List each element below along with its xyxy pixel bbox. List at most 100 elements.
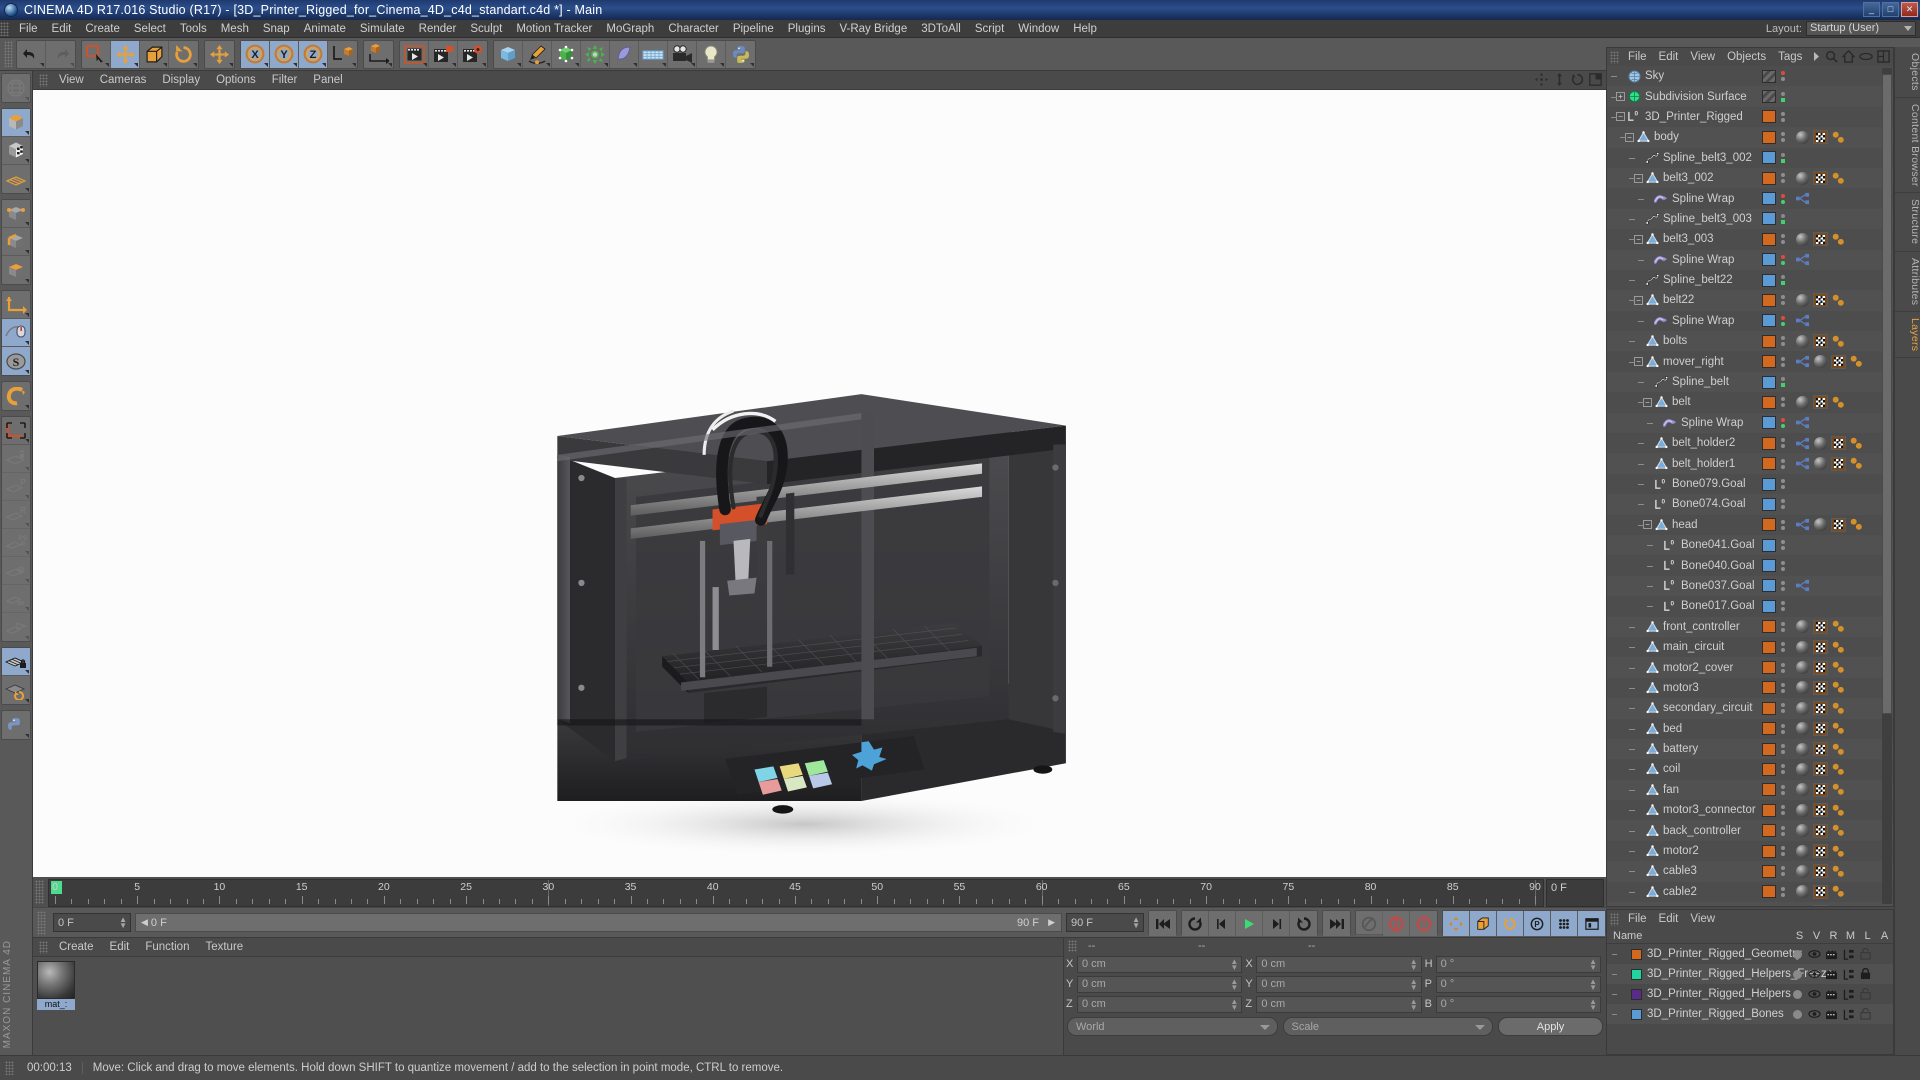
texture-tag-icon[interactable] (1813, 762, 1828, 777)
redo-icon[interactable] (46, 41, 75, 68)
workplane-fit-icon[interactable] (2, 613, 30, 641)
material-list[interactable]: mat_: (33, 956, 1063, 1055)
object-color-chip[interactable] (1762, 599, 1776, 613)
menu-item-edit[interactable]: Edit (45, 20, 79, 38)
object-row[interactable]: belt_holder1 (1607, 453, 1893, 474)
workplane-icon[interactable] (2, 417, 30, 445)
object-row[interactable]: Spline Wrap (1607, 412, 1893, 434)
menu-item-script[interactable]: Script (968, 20, 1011, 38)
toolbar-grip[interactable] (4, 41, 13, 67)
layer-lock-toggle[interactable] (1857, 948, 1874, 960)
material-tag-icon[interactable] (1795, 701, 1810, 715)
texture-tag-icon[interactable] (1813, 864, 1828, 879)
visibility-dots[interactable] (1781, 111, 1786, 122)
visibility-dots[interactable] (1781, 846, 1786, 857)
uv-tag-icon[interactable] (1831, 640, 1846, 654)
material-tag-icon[interactable] (1813, 457, 1828, 471)
rail-tab-attributes[interactable]: Attributes (1895, 252, 1920, 313)
layer-render-toggle[interactable] (1823, 949, 1840, 960)
material-menu-function[interactable]: Function (137, 938, 197, 956)
object-color-chip[interactable] (1762, 559, 1776, 573)
visibility-dots[interactable] (1781, 601, 1786, 612)
layer-manager-grip[interactable] (1610, 912, 1619, 926)
visibility-dots[interactable] (1781, 519, 1786, 530)
python-console-icon[interactable] (2, 711, 30, 739)
loop-forward-icon[interactable] (1290, 911, 1317, 936)
layer-menu-edit[interactable]: Edit (1653, 910, 1685, 928)
object-row[interactable]: Spline_belt3_003 (1607, 208, 1893, 230)
planar-workplane-psr-icon[interactable]: PS R (2, 529, 30, 557)
tree-expander[interactable]: − (1643, 397, 1652, 407)
visibility-dots[interactable] (1781, 723, 1786, 734)
layer-row[interactable]: 3D_Printer_Rigged_Bones (1607, 1004, 1893, 1024)
menu-grip[interactable] (0, 21, 9, 36)
maximize-viewport-icon[interactable] (1589, 73, 1602, 86)
tree-expander[interactable]: − (1634, 295, 1643, 305)
layer-manager-toggle[interactable] (1840, 1009, 1857, 1020)
material-tag-icon[interactable] (1795, 620, 1810, 634)
axis-mode-icon[interactable] (2, 291, 30, 319)
texture-tag-icon[interactable] (1813, 884, 1828, 899)
visibility-dots[interactable] (1781, 458, 1786, 469)
node-tag-icon[interactable] (1795, 436, 1810, 450)
viewport-menu-cameras[interactable]: Cameras (92, 71, 155, 90)
uv-tag-icon[interactable] (1831, 864, 1846, 878)
object-row[interactable]: front_controller (1607, 616, 1893, 637)
object-color-chip[interactable] (1762, 579, 1776, 593)
object-color-chip[interactable] (1762, 701, 1776, 715)
layer-solo-toggle[interactable] (1789, 949, 1806, 959)
go-to-end-icon[interactable] (1323, 911, 1350, 936)
planar-workplane-r-icon[interactable]: R (2, 501, 30, 529)
node-tag-icon[interactable] (1795, 416, 1810, 430)
texture-tag-icon[interactable] (1813, 701, 1828, 716)
uv-tag-icon[interactable] (1831, 232, 1846, 246)
uv-tag-icon[interactable] (1849, 457, 1864, 471)
material-grip[interactable] (39, 940, 48, 954)
object-menu-file[interactable]: File (1622, 48, 1653, 66)
visibility-dots[interactable] (1781, 152, 1786, 163)
layer-row[interactable]: 3D_Printer_Rigged_Helpers (1607, 984, 1893, 1004)
visibility-dots[interactable] (1781, 356, 1786, 367)
viewport-grip[interactable] (39, 73, 48, 87)
node-tag-icon[interactable] (1795, 518, 1810, 532)
visibility-dots[interactable] (1781, 173, 1786, 184)
texture-tag-icon[interactable] (1831, 517, 1846, 532)
rotate-icon[interactable] (169, 41, 198, 68)
apply-button[interactable]: Apply (1498, 1017, 1603, 1036)
deformed-mode-icon[interactable] (2, 165, 30, 193)
camera-icon[interactable] (668, 40, 697, 68)
texture-tag-icon[interactable] (1831, 436, 1846, 451)
visibility-dots[interactable] (1781, 397, 1786, 408)
coordinates-grip[interactable] (1068, 940, 1077, 952)
material-sphere-icon[interactable] (37, 961, 75, 999)
key-points-icon[interactable] (1551, 911, 1578, 936)
layout-dropdown[interactable]: Startup (User) (1806, 21, 1916, 36)
texture-tag-icon[interactable] (1813, 721, 1828, 736)
texture-tag-icon[interactable] (1813, 293, 1828, 308)
menu-item-file[interactable]: File (12, 20, 45, 38)
home-icon[interactable] (1842, 50, 1855, 63)
material-tag-icon[interactable] (1795, 783, 1810, 797)
tree-expander[interactable]: + (1616, 92, 1625, 102)
minimize-button[interactable]: _ (1863, 2, 1880, 17)
record-active-objects-icon[interactable] (1356, 911, 1383, 936)
object-row[interactable]: coil (1607, 759, 1893, 779)
menu-item-snap[interactable]: Snap (256, 20, 297, 38)
visibility-dots[interactable] (1781, 784, 1786, 795)
material-tag-icon[interactable] (1813, 518, 1828, 532)
layer-render-toggle[interactable] (1823, 969, 1840, 980)
status-grip[interactable] (5, 1061, 14, 1075)
soft-selection-icon[interactable]: S (2, 347, 30, 375)
object-color-chip[interactable] (1762, 661, 1776, 675)
model-mode-icon[interactable] (2, 109, 30, 137)
viewport-menu-display[interactable]: Display (154, 71, 208, 90)
object-color-chip[interactable] (1762, 681, 1776, 695)
material-tag-icon[interactable] (1795, 293, 1810, 307)
object-row[interactable]: 0 Bone079.Goal (1607, 474, 1893, 494)
layer-lock-toggle[interactable] (1857, 1008, 1874, 1020)
node-tag-icon[interactable] (1795, 192, 1810, 206)
layer-list[interactable]: 3D_Printer_Rigged_Geometry 3D_Printer_Rig… (1607, 944, 1893, 1024)
search-icon[interactable] (1825, 50, 1838, 63)
object-color-chip[interactable] (1762, 273, 1776, 287)
spinner-icon[interactable]: ▲ ▼ (1589, 997, 1597, 1011)
